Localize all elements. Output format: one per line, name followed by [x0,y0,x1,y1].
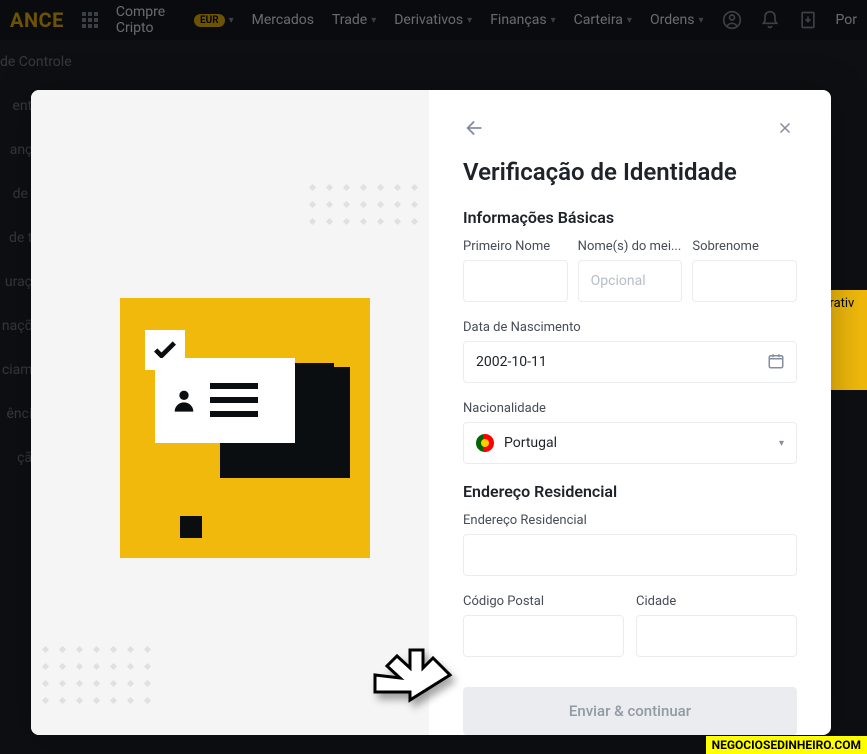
address-heading: Endereço Residencial [463,482,797,501]
dob-input[interactable] [463,341,797,383]
address-input[interactable] [463,534,797,576]
last-name-label: Sobrenome [692,239,797,254]
basic-info-heading: Informações Básicas [463,208,797,227]
first-name-label: Primeiro Nome [463,239,568,254]
address-label: Endereço Residencial [463,513,797,528]
middle-name-label: Nome(s) do mei... [578,239,683,254]
dob-label: Data de Nascimento [463,320,797,335]
close-icon[interactable] [773,116,797,140]
id-card-illustration [90,268,370,558]
person-icon [170,386,198,414]
city-input[interactable] [636,615,797,657]
nationality-select[interactable]: Portugal ▾ [463,422,797,464]
postal-input[interactable] [463,615,624,657]
nationality-label: Nacionalidade [463,401,797,416]
middle-name-input[interactable] [578,260,683,302]
modal-illustration-panel [31,90,429,735]
decorative-dots [43,647,150,715]
identity-verification-modal: Verificação de Identidade Informações Bá… [31,90,831,735]
flag-portugal-icon [476,434,494,452]
city-label: Cidade [636,594,797,609]
decorative-dots [310,185,417,236]
back-icon[interactable] [463,116,487,140]
postal-label: Código Postal [463,594,624,609]
modal-title: Verificação de Identidade [463,158,797,186]
nationality-value: Portugal [504,435,557,451]
watermark: NEGOCIOSEDINHEIRO.COM [706,736,867,754]
last-name-input[interactable] [692,260,797,302]
submit-button[interactable]: Enviar & continuar [463,687,797,735]
modal-form-panel: Verificação de Identidade Informações Bá… [429,90,831,735]
chevron-down-icon: ▾ [779,438,784,449]
first-name-input[interactable] [463,260,568,302]
